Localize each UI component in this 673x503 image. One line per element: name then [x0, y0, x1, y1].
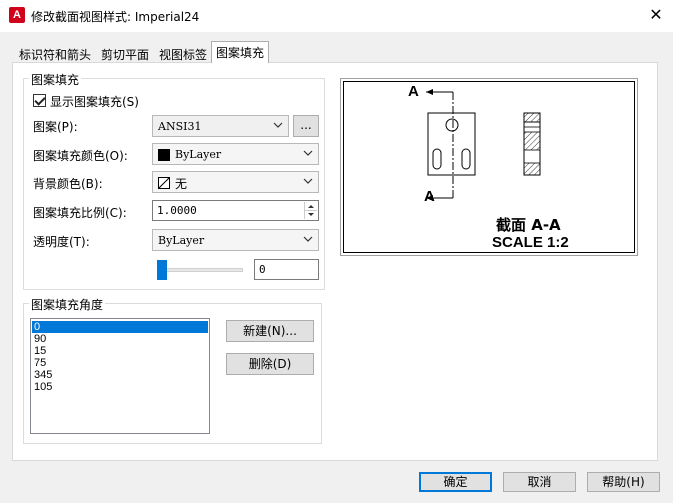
section-label-top: A	[408, 83, 419, 100]
new-angle-button[interactable]: 新建(N)...	[226, 320, 314, 342]
help-button[interactable]: 帮助(H)	[587, 472, 660, 492]
section-label-bottom: A	[424, 188, 435, 205]
transparency-number: 0	[259, 263, 266, 276]
browse-pattern-button[interactable]: ...	[293, 115, 319, 137]
tab-cutting-plane[interactable]: 剪切平面	[96, 43, 154, 62]
title-bar: A 修改截面视图样式: Imperial24 ✕	[0, 0, 673, 32]
angle-list-item[interactable]: 0	[32, 321, 208, 333]
hatch-color-value: ByLayer	[175, 148, 222, 161]
hatch-group-title: 图案填充	[29, 71, 82, 88]
show-hatch-checkbox[interactable]	[33, 94, 46, 107]
close-icon[interactable]: ✕	[646, 5, 666, 25]
color-swatch-black	[158, 149, 170, 161]
transparency-value: ByLayer	[158, 234, 205, 247]
bg-color-label: 背景颜色(B):	[33, 177, 103, 191]
hatch-color-label: 图案填充颜色(O):	[33, 149, 128, 163]
scale-value: 1.0000	[157, 204, 197, 217]
chevron-down-icon	[303, 150, 313, 156]
scale-input[interactable]: 1.0000	[152, 200, 319, 221]
autocad-app-icon: A	[9, 7, 25, 23]
chevron-down-icon	[273, 122, 283, 128]
tab-identifiers-arrows[interactable]: 标识符和箭头	[14, 43, 96, 62]
tab-hatch[interactable]: 图案填充	[211, 41, 270, 63]
scale-caption: SCALE 1:2	[492, 234, 569, 251]
transparency-label: 透明度(T):	[33, 235, 90, 249]
pattern-select[interactable]: ANSI31	[152, 115, 289, 137]
pattern-value: ANSI31	[158, 120, 202, 133]
scale-label: 图案填充比例(C):	[33, 206, 127, 220]
angle-list-item[interactable]: 345	[32, 369, 208, 381]
angle-list[interactable]: 0 90 15 75 345 105	[30, 318, 210, 434]
preview-frame: A A 截面 A-A SCALE 1:2	[343, 81, 635, 253]
bg-color-value: 无	[175, 177, 188, 191]
transparency-slider-thumb[interactable]	[157, 260, 167, 280]
show-hatch-label: 显示图案填充(S)	[50, 95, 139, 109]
cancel-button[interactable]: 取消	[503, 472, 576, 492]
window-title: 修改截面视图样式: Imperial24	[31, 10, 200, 24]
tab-view-label[interactable]: 视图标签	[154, 43, 212, 62]
bg-color-select[interactable]: 无	[152, 171, 319, 193]
angle-group-title: 图案填充角度	[29, 296, 106, 313]
pattern-label: 图案(P):	[33, 120, 78, 134]
delete-angle-button[interactable]: 删除(D)	[226, 353, 314, 375]
section-caption: 截面 A-A	[496, 216, 561, 234]
scale-spinner[interactable]	[304, 202, 317, 219]
transparency-slider-track[interactable]	[160, 268, 243, 272]
section-view-drawing	[426, 89, 541, 201]
ok-button[interactable]: 确定	[419, 472, 492, 492]
chevron-down-icon	[303, 236, 313, 242]
angle-list-item[interactable]: 75	[32, 357, 208, 369]
angle-list-item[interactable]: 15	[32, 345, 208, 357]
chevron-down-icon	[303, 178, 313, 184]
transparency-select[interactable]: ByLayer	[152, 229, 319, 251]
transparency-number-input[interactable]: 0	[254, 259, 319, 280]
hatch-color-select[interactable]: ByLayer	[152, 143, 319, 165]
no-color-swatch-icon	[158, 177, 170, 189]
angle-list-item[interactable]: 105	[32, 381, 208, 393]
angle-list-item[interactable]: 90	[32, 333, 208, 345]
spinner-arrows-icon	[305, 205, 317, 216]
